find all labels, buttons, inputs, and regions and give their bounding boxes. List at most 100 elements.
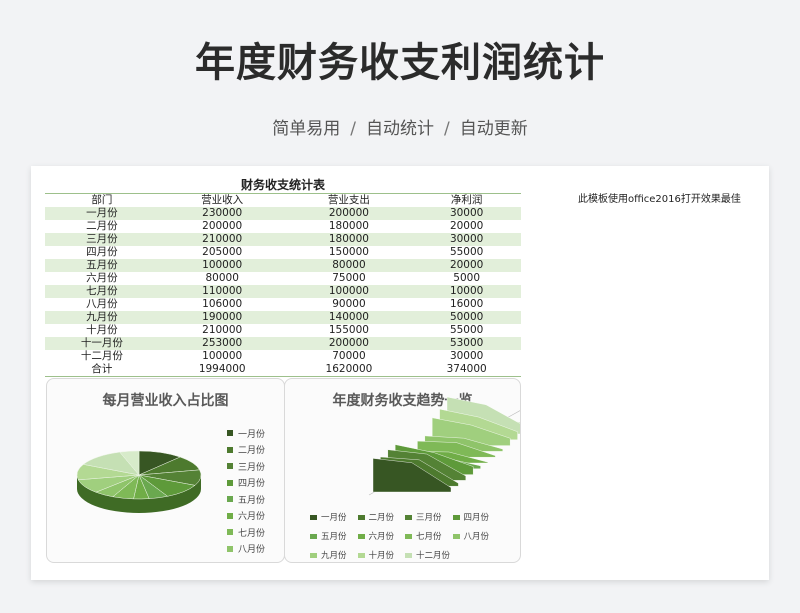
- table-cell: 100000: [328, 285, 369, 297]
- table-cell: 106000: [202, 298, 243, 310]
- legend-swatch: [405, 552, 412, 558]
- legend-swatch: [227, 529, 233, 536]
- table-cell: 20000: [449, 259, 484, 271]
- legend-label: 六月份: [238, 512, 266, 523]
- table-cell: 200000: [202, 220, 243, 232]
- legend-swatch: [452, 514, 460, 520]
- legend-swatch: [310, 514, 317, 520]
- legend-swatch: [227, 545, 233, 552]
- total-cell: 1994000: [198, 363, 246, 375]
- table-cell: 80000: [332, 259, 366, 271]
- table-cell: 180000: [328, 220, 369, 232]
- table-cell: 140000: [328, 311, 369, 323]
- table-cell: 230000: [202, 207, 243, 219]
- table-cell: 210000: [202, 324, 243, 336]
- table-cell: 九月份: [86, 311, 118, 323]
- legend-item: 八月份: [452, 530, 501, 542]
- table-cell: 55000: [449, 246, 484, 258]
- legend-swatch: [357, 514, 365, 520]
- table-cell: 110000: [202, 285, 243, 297]
- table-cell: 三月份: [86, 233, 118, 245]
- table-row: 一月份 230000 200000 30000: [45, 207, 521, 220]
- legend-label: 二月份: [368, 513, 395, 523]
- pie-chart-card: 每月营业收入占比图 一月份 二月份 三月份 四月份 五月份 六月份 七月份 八月份: [46, 378, 285, 563]
- table-cell: 十二月份: [80, 350, 123, 362]
- table-cell: 100000: [202, 350, 243, 362]
- legend-label: 三月份: [238, 462, 266, 473]
- legend-swatch: [227, 446, 233, 453]
- table-row: 六月份 80000 75000 5000: [45, 272, 521, 285]
- legend-item: 七月份: [227, 524, 265, 541]
- subtitle-part-2: 自动统计: [366, 119, 434, 139]
- legend-swatch: [357, 552, 365, 558]
- legend-item: 六月份: [357, 530, 406, 542]
- table-row: 八月份 106000 90000 16000: [45, 298, 521, 311]
- total-cell: 1620000: [325, 363, 373, 375]
- total-cell: 374000: [446, 363, 487, 375]
- table-cell: 30000: [449, 207, 484, 219]
- legend-item: 十月份: [357, 549, 406, 561]
- legend-label: 十月份: [368, 551, 395, 561]
- office-version-note: 此模板使用office2016打开效果最佳: [578, 194, 741, 205]
- area-legend: 一月份 二月份 三月份 四月份 五月份 六月份 七月份 八月份 九月份 十月份 十二月份: [310, 511, 500, 561]
- finance-table: 部门 营业收入 营业支出 净利润 一月份 230000 200000 30000 二月份…: [45, 193, 521, 377]
- legend-label: 三月份: [416, 513, 442, 523]
- legend-label: 五月份: [238, 495, 266, 506]
- table-body: 一月份 230000 200000 30000 二月份 200000 180000 20000…: [45, 207, 521, 363]
- legend-label: 五月份: [321, 532, 347, 542]
- legend-label: 一月份: [321, 513, 347, 523]
- column-header: 营业收入: [201, 194, 244, 206]
- legend-swatch: [227, 430, 233, 437]
- table-cell: 55000: [449, 324, 484, 336]
- table-cell: 205000: [202, 246, 243, 258]
- column-header: 部门: [91, 194, 113, 206]
- legend-label: 六月份: [368, 532, 395, 542]
- legend-label: 二月份: [238, 446, 266, 457]
- legend-swatch: [310, 552, 317, 558]
- legend-swatch: [310, 533, 317, 539]
- pie-legend: 一月份二月份三月份四月份五月份六月份 七月份 八月份: [227, 425, 265, 557]
- table-row: 二月份 200000 180000 20000: [45, 220, 521, 233]
- legend-item: 一月份: [310, 511, 358, 523]
- legend-label: 九月份: [321, 551, 347, 561]
- table-cell: 六月份: [86, 272, 118, 284]
- table-cell: 75000: [332, 272, 366, 284]
- legend-item: 五月份: [310, 530, 358, 542]
- table-cell: 150000: [328, 246, 369, 258]
- column-header: 净利润: [450, 194, 483, 206]
- table-total-row: 合计 1994000 1620000 374000: [45, 363, 521, 377]
- table-row: 十月份 210000 155000 55000: [45, 324, 521, 337]
- table-cell: 10000: [449, 285, 484, 297]
- table-cell: 253000: [202, 337, 243, 349]
- legend-swatch: [357, 533, 365, 539]
- legend-swatch: [452, 533, 460, 539]
- table-cell: 80000: [205, 272, 239, 284]
- table-cell: 70000: [332, 350, 366, 362]
- legend-item: 四月份: [227, 475, 265, 492]
- table-cell: 五月份: [86, 259, 118, 271]
- legend-item: 八月份: [227, 541, 265, 558]
- legend-swatch: [227, 496, 233, 503]
- legend-swatch: [227, 479, 233, 486]
- legend-item: 七月份: [405, 530, 453, 542]
- table-row: 七月份 110000 100000 10000: [45, 285, 521, 298]
- legend-label: 十二月份: [416, 551, 451, 561]
- table-cell: 四月份: [86, 246, 118, 258]
- subtitle-separator: /: [444, 119, 450, 139]
- table-cell: 90000: [332, 298, 366, 310]
- legend-item: 二月份: [357, 511, 406, 523]
- legend-label: 八月份: [463, 532, 490, 542]
- table-cell: 5000: [453, 272, 481, 284]
- legend-item: 九月份: [310, 549, 358, 561]
- column-header: 营业支出: [327, 194, 370, 206]
- table-cell: 200000: [328, 337, 369, 349]
- table-cell: 一月份: [86, 207, 118, 219]
- legend-item: 二月份: [227, 442, 265, 459]
- legend-label: 一月份: [238, 429, 266, 440]
- legend-item: 三月份: [405, 511, 453, 523]
- legend-label: 四月份: [238, 479, 266, 490]
- legend-swatch: [405, 533, 412, 539]
- table-row: 五月份 100000 80000 20000: [45, 259, 521, 272]
- table-header-row: 部门 营业收入 营业支出 净利润: [45, 193, 521, 208]
- legend-item: 三月份: [227, 458, 265, 475]
